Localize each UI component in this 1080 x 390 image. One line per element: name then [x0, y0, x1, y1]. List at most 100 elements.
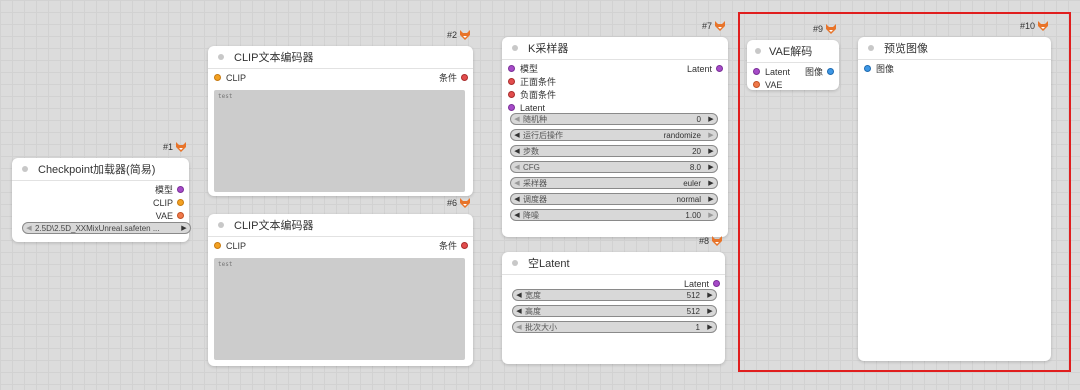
- widget-label: 随机种: [523, 114, 547, 124]
- node-clip-text-encode-2[interactable]: #2 CLIP文本编码器 CLIP 条件 test: [208, 30, 473, 196]
- slot-label: 条件: [438, 73, 457, 83]
- arrow-left-icon[interactable]: ◀: [511, 195, 523, 203]
- node-id-badge: #6: [447, 198, 471, 208]
- collapse-dot[interactable]: [512, 45, 518, 51]
- node-header[interactable]: CLIP文本编码器: [208, 46, 473, 69]
- selection-rectangle: [738, 12, 1071, 372]
- height-widget[interactable]: ◀ 高度 512 ▶: [512, 305, 717, 317]
- arrow-right-icon[interactable]: ▶: [705, 131, 717, 139]
- output-slot-model[interactable]: 模型: [12, 183, 189, 196]
- slot-dot[interactable]: [508, 104, 515, 111]
- output-slot-vae[interactable]: VAE: [12, 209, 189, 222]
- node-clip-text-encode-6[interactable]: #6 CLIP文本编码器 CLIP 条件 test: [208, 198, 473, 366]
- collapse-dot[interactable]: [22, 166, 28, 172]
- width-widget[interactable]: ◀ 宽度 512 ▶: [512, 289, 717, 301]
- arrow-left-icon[interactable]: ◀: [511, 115, 523, 123]
- node-header[interactable]: CLIP文本编码器: [208, 214, 473, 237]
- arrow-right-icon[interactable]: ▶: [704, 323, 716, 331]
- node-id: #8: [698, 236, 709, 246]
- slot-dot[interactable]: [177, 199, 184, 206]
- collapse-dot[interactable]: [218, 54, 224, 60]
- arrow-left-icon[interactable]: ◀: [23, 224, 35, 232]
- arrow-right-icon[interactable]: ▶: [704, 307, 716, 315]
- arrow-left-icon[interactable]: ◀: [513, 307, 525, 315]
- arrow-right-icon[interactable]: ▶: [704, 291, 716, 299]
- arrow-right-icon[interactable]: ▶: [705, 147, 717, 155]
- control-after-generate-widget[interactable]: ◀ 运行后操作 randomize ▶: [510, 129, 718, 141]
- input-slot-model[interactable]: 模型: [502, 62, 687, 75]
- node-empty-latent[interactable]: #8 空Latent Latent ◀ 宽度 512 ▶ ◀ 高度 512 ▶ ◀ 批次大小 1…: [502, 236, 725, 364]
- arrow-right-icon[interactable]: ▶: [705, 195, 717, 203]
- arrow-left-icon[interactable]: ◀: [513, 291, 525, 299]
- arrow-left-icon[interactable]: ◀: [511, 163, 523, 171]
- arrow-right-icon[interactable]: ▶: [705, 179, 717, 187]
- node-header[interactable]: Checkpoint加载器(简易): [12, 158, 189, 181]
- slot-dot[interactable]: [177, 212, 184, 219]
- steps-widget[interactable]: ◀ 步数 20 ▶: [510, 145, 718, 157]
- widget-value: 20: [692, 146, 701, 156]
- widget-value: 512: [686, 306, 700, 316]
- output-slot-conditioning[interactable]: 条件: [439, 71, 473, 84]
- collapse-dot[interactable]: [218, 222, 224, 228]
- node-ksampler[interactable]: #7 K采样器 模型 Latent 正面条件 负面条件 Latent ◀ 随机种 0…: [502, 21, 728, 237]
- output-slot-clip[interactable]: CLIP: [12, 196, 189, 209]
- node-checkpoint-loader[interactable]: #1 Checkpoint加载器(简易) 模型 CLIP VAE ◀ 2.5D\…: [12, 142, 191, 242]
- slot-dot[interactable]: [214, 242, 221, 249]
- widget-label: CFG: [523, 162, 540, 172]
- fox-icon: [459, 30, 471, 40]
- slot-label: 负面条件: [520, 90, 557, 100]
- node-title: CLIP文本编码器: [234, 52, 314, 64]
- arrow-right-icon[interactable]: ▶: [705, 115, 717, 123]
- collapse-dot[interactable]: [512, 260, 518, 266]
- arrow-right-icon[interactable]: ▶: [178, 224, 190, 232]
- sampler-widget[interactable]: ◀ 采样器 euler ▶: [510, 177, 718, 189]
- slot-label: VAE: [155, 210, 173, 221]
- denoise-widget[interactable]: ◀ 降噪 1.00 ▶: [510, 209, 718, 221]
- batch-size-widget[interactable]: ◀ 批次大小 1 ▶: [512, 321, 717, 333]
- prompt-textarea[interactable]: test: [214, 258, 465, 360]
- slot-label: Latent: [686, 63, 712, 74]
- node-id-badge: #2: [447, 30, 471, 40]
- node-id-badge: #7: [702, 21, 726, 31]
- input-slot-negative[interactable]: 负面条件: [502, 88, 728, 101]
- widget-value: euler: [683, 178, 701, 188]
- slot-dot[interactable]: [508, 78, 515, 85]
- slot-dot[interactable]: [716, 65, 723, 72]
- input-slot-clip[interactable]: CLIP: [208, 239, 439, 252]
- slot-dot[interactable]: [713, 280, 720, 287]
- cfg-widget[interactable]: ◀ CFG 8.0 ▶: [510, 161, 718, 173]
- slot-dot[interactable]: [508, 65, 515, 72]
- node-id: #1: [162, 142, 173, 152]
- slot-dot[interactable]: [177, 186, 184, 193]
- slot-dot[interactable]: [461, 74, 468, 81]
- slot-dot[interactable]: [508, 91, 515, 98]
- arrow-left-icon[interactable]: ◀: [511, 211, 523, 219]
- seed-widget[interactable]: ◀ 随机种 0 ▶: [510, 113, 718, 125]
- slot-label: 模型: [520, 64, 539, 74]
- scheduler-widget[interactable]: ◀ 调度器 normal ▶: [510, 193, 718, 205]
- slot-dot[interactable]: [214, 74, 221, 81]
- slot-label: 模型: [154, 185, 173, 195]
- ckpt-name-combo[interactable]: ◀ 2.5D\2.5D_XXMixUnreal.safeten ... ▶: [22, 222, 191, 234]
- input-slot-clip[interactable]: CLIP: [208, 71, 439, 84]
- arrow-left-icon[interactable]: ◀: [511, 179, 523, 187]
- arrow-right-icon[interactable]: ▶: [705, 211, 717, 219]
- combo-value: 2.5D\2.5D_XXMixUnreal.safeten ...: [35, 223, 160, 233]
- widget-value: 8.0: [689, 162, 701, 172]
- node-header[interactable]: 空Latent: [502, 252, 725, 275]
- arrow-left-icon[interactable]: ◀: [511, 131, 523, 139]
- slot-row: CLIP 条件: [208, 71, 473, 84]
- output-slot-latent[interactable]: Latent: [687, 62, 728, 75]
- node-id-badge: #8: [699, 236, 723, 246]
- fox-icon: [711, 236, 723, 246]
- slot-label: 正面条件: [520, 77, 557, 87]
- arrow-right-icon[interactable]: ▶: [705, 163, 717, 171]
- arrow-left-icon[interactable]: ◀: [511, 147, 523, 155]
- fox-icon: [175, 142, 187, 152]
- slot-dot[interactable]: [461, 242, 468, 249]
- node-header[interactable]: K采样器: [502, 37, 728, 60]
- arrow-left-icon[interactable]: ◀: [513, 323, 525, 331]
- output-slot-conditioning[interactable]: 条件: [439, 239, 473, 252]
- input-slot-positive[interactable]: 正面条件: [502, 75, 728, 88]
- prompt-textarea[interactable]: test: [214, 90, 465, 192]
